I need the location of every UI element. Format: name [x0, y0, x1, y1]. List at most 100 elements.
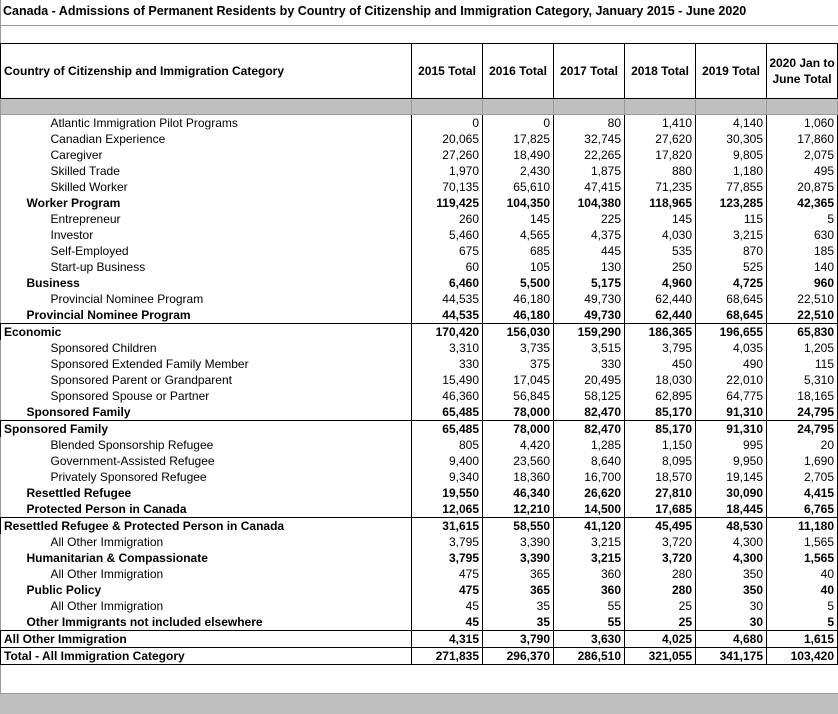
cell-value: 20,495 [553, 372, 625, 388]
table-row: Skilled Worker 70,135 65,610 47,415 71,235 77… [1, 179, 838, 195]
cell-value: 45 [411, 614, 483, 631]
cell-value: 1,060 [766, 114, 838, 131]
cell-value: 196,655 [695, 323, 767, 340]
table-row: Other Immigrants not included elsewhere 4… [1, 614, 838, 631]
cell-value: 119,425 [411, 195, 483, 211]
header-year-2019: 2019 Total [695, 43, 767, 99]
cell-value: 4,035 [695, 340, 767, 356]
cell-value: 4,140 [695, 114, 767, 131]
cell-value: 4,415 [766, 485, 838, 501]
cell-value: 42,365 [766, 195, 838, 211]
table-row: Start-up Business 60 105 130 250 525 140 [1, 259, 838, 275]
table-row: Sponsored Extended Family Member 330 375 33… [1, 356, 838, 372]
row-label: Sponsored Children [50, 341, 157, 355]
cell-value: 30,090 [695, 485, 767, 501]
cell-value: 40 [766, 566, 838, 582]
cell-value: 46,180 [482, 291, 554, 307]
cell-value: 995 [695, 437, 767, 453]
cell-value: 19,145 [695, 469, 767, 485]
table-row: Provincial Nominee Program 44,535 46,180 49… [1, 291, 838, 307]
cell-value: 62,440 [624, 291, 696, 307]
cell-value: 27,810 [624, 485, 696, 501]
cell-value: 22,265 [553, 147, 625, 163]
cell-value: 65,610 [482, 179, 554, 195]
cell-value: 3,795 [411, 550, 483, 566]
cell-value: 17,045 [482, 372, 554, 388]
cell-value: 0 [411, 114, 483, 131]
row-label: Provincial Nominee Program [26, 308, 191, 322]
cell-value: 18,360 [482, 469, 554, 485]
cell-value: 0 [482, 114, 554, 131]
cell-value: 225 [553, 211, 625, 227]
cell-value: 22,510 [766, 291, 838, 307]
row-label: Government-Assisted Refugee [50, 454, 215, 468]
cell-value: 9,805 [695, 147, 767, 163]
cell-value: 4,300 [695, 550, 767, 566]
table-row: Caregiver 27,260 18,490 22,265 17,820 9,805 2,… [1, 147, 838, 163]
cell-value: 27,260 [411, 147, 483, 163]
cell-value: 24,795 [766, 420, 838, 437]
cell-value: 3,390 [482, 550, 554, 566]
cell-value: 330 [553, 356, 625, 372]
cell-value: 350 [695, 582, 767, 598]
cell-value: 35 [482, 598, 554, 614]
cell-value: 4,025 [624, 630, 696, 648]
row-label: Skilled Trade [50, 164, 120, 178]
table-row: Total - All Immigration Category 271,835 2… [0, 647, 838, 665]
cell-value: 4,680 [695, 630, 767, 648]
cell-value: 16,700 [553, 469, 625, 485]
cell-value: 365 [482, 566, 554, 582]
table-row: Protected Person in Canada 12,065 12,210 14… [1, 501, 838, 518]
row-label: Entrepreneur [50, 212, 121, 226]
cell-value: 1,410 [624, 114, 696, 131]
row-label: Protected Person in Canada [26, 502, 187, 516]
cell-value: 6,765 [766, 501, 838, 518]
cell-value: 2,430 [482, 163, 554, 179]
cell-value: 5,460 [411, 227, 483, 243]
cell-value: 156,030 [482, 323, 554, 340]
cell-value: 2,075 [766, 147, 838, 163]
cell-value: 8,640 [553, 453, 625, 469]
cell-value: 4,565 [482, 227, 554, 243]
cell-value: 56,845 [482, 388, 554, 404]
table-row: Resettled Refugee & Protected Person in … [0, 517, 838, 534]
cell-value: 9,950 [695, 453, 767, 469]
cell-value: 55 [553, 614, 625, 631]
row-label: Business [26, 276, 80, 290]
cell-value: 82,470 [553, 420, 625, 437]
cell-value: 62,440 [624, 307, 696, 324]
row-label: Resettled Refugee [26, 486, 132, 500]
cell-value: 30,305 [695, 131, 767, 147]
cell-value: 18,570 [624, 469, 696, 485]
cell-value: 1,565 [766, 550, 838, 566]
table-row: All Other Immigration 475 365 360 280 350 40 [1, 566, 838, 582]
table-row: Worker Program 119,425 104,350 104,380 118,9… [1, 195, 838, 211]
cell-value: 3,215 [553, 550, 625, 566]
cell-value: 685 [482, 243, 554, 259]
cell-value: 145 [624, 211, 696, 227]
cell-value: 350 [695, 566, 767, 582]
row-label: Canadian Experience [50, 132, 166, 146]
table-row: Sponsored Parent or Grandparent 15,490 17,… [1, 372, 838, 388]
cell-value: 5 [766, 598, 838, 614]
cell-value: 870 [695, 243, 767, 259]
row-label: Worker Program [26, 196, 121, 210]
cell-value: 62,895 [624, 388, 696, 404]
row-label: Start-up Business [50, 260, 146, 274]
cell-value: 145 [482, 211, 554, 227]
report-title: Canada - Admissions of Permanent Residen… [3, 4, 747, 18]
table-row: All Other Immigration 45 35 55 25 30 5 [1, 598, 838, 614]
cell-value: 48,530 [695, 517, 767, 534]
cell-value: 2,705 [766, 469, 838, 485]
cell-value: 12,210 [482, 501, 554, 518]
header-year-2018: 2018 Total [624, 43, 696, 99]
cell-value: 58,125 [553, 388, 625, 404]
header-year-2020: 2020 Jan to June Total [766, 43, 838, 99]
cell-value: 22,510 [766, 307, 838, 324]
cell-value: 4,315 [411, 630, 483, 648]
header-year-2017: 2017 Total [553, 43, 625, 99]
cell-value: 23,560 [482, 453, 554, 469]
row-label: Humanitarian & Compassionate [26, 551, 208, 565]
cell-value: 85,170 [624, 404, 696, 421]
table-row: Public Policy 475 365 360 280 350 40 [1, 582, 838, 598]
